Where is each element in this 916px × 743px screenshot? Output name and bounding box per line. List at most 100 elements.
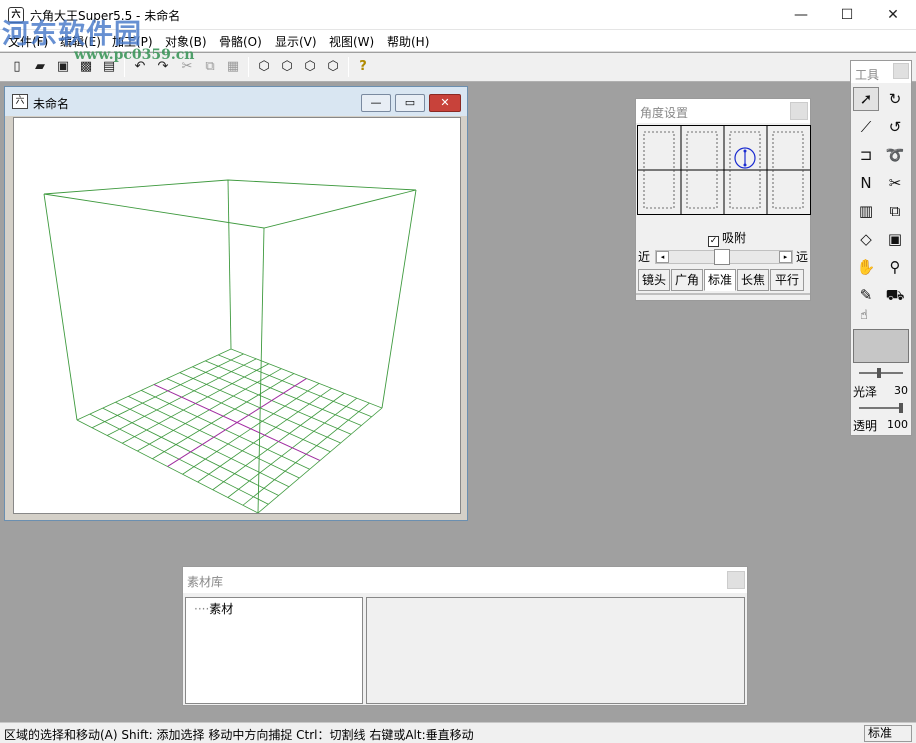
far-label: 远: [796, 250, 809, 264]
minimize-button[interactable]: —: [778, 0, 824, 30]
document-title: 未命名: [33, 97, 70, 111]
copy-icon[interactable]: ⧉: [199, 56, 221, 78]
cube-view-2-icon[interactable]: ⬡: [276, 56, 298, 78]
tools-panel: 工具 ➚ ↻ ⟋ ↺ ⊐ ➰ Ν ✂ ▥ ⧉ ◇ ▣ ✋ ⚲ ✎ ⛟ ☝ 光泽 30 透明 100: [850, 60, 912, 436]
gloss-value: 30: [894, 384, 908, 397]
color-swatch[interactable]: [853, 329, 909, 363]
cube-view-4-icon[interactable]: ⬡: [322, 56, 344, 78]
bracket-icon[interactable]: ⊐: [853, 143, 879, 167]
snap-checkbox[interactable]: ✓: [708, 236, 719, 247]
library-panel: 素材库 ····素材: [182, 566, 748, 706]
tab-lens[interactable]: 镜头: [638, 269, 670, 291]
tools-panel-title-bar[interactable]: 工具: [851, 61, 911, 83]
document-icon: 六: [12, 94, 28, 109]
slider-left-arrow[interactable]: ◂: [656, 251, 669, 263]
angle-panel-title-bar[interactable]: 角度设置: [636, 99, 810, 123]
select-arrow-icon[interactable]: ➚: [853, 87, 879, 111]
extrude-icon[interactable]: ▥: [853, 199, 879, 223]
axis-line: [153, 384, 321, 461]
save-icon[interactable]: ▣: [52, 56, 74, 78]
maximize-button[interactable]: ☐: [824, 0, 870, 30]
box-edge: [43, 193, 78, 421]
box-top-face: [43, 179, 417, 229]
status-text: 区域的选择和移动(A) Shift: 添加选择 移动中方向捕捉 Ctrl：切割线…: [4, 728, 474, 742]
gloss-label: 光泽: [853, 385, 878, 399]
open-file-icon[interactable]: ▰: [29, 56, 51, 78]
angle-panel-close-button[interactable]: [790, 102, 808, 120]
library-content-area[interactable]: [366, 597, 745, 704]
toolbar-separator: [348, 57, 349, 77]
rotate-point-icon[interactable]: ↺: [882, 115, 908, 139]
document-close-button[interactable]: ✕: [429, 94, 461, 112]
document-maximize-button[interactable]: ▭: [395, 94, 425, 112]
box-edge: [227, 179, 232, 350]
bounding-box: [43, 179, 417, 513]
gloss-slider-thumb[interactable]: [877, 368, 881, 378]
menu-display[interactable]: 显示(V): [275, 33, 317, 50]
library-panel-title: 素材库: [187, 575, 224, 589]
tools-panel-title: 工具: [855, 68, 880, 82]
scissors-icon[interactable]: ✂: [882, 171, 908, 195]
axis-lines: [153, 378, 321, 467]
tree-connector: ····: [194, 602, 210, 616]
cube-view-3-icon[interactable]: ⬡: [299, 56, 321, 78]
snap-checkbox-row[interactable]: ✓ 吸附: [708, 229, 746, 247]
lasso-icon[interactable]: ➰: [882, 143, 908, 167]
menu-help[interactable]: 帮助(H): [387, 33, 429, 50]
tab-standard[interactable]: 标准: [704, 269, 736, 291]
angle-view-grid[interactable]: [637, 125, 811, 215]
document-title-bar[interactable]: 六 未命名 — ▭ ✕: [5, 87, 467, 116]
library-panel-close-button[interactable]: [727, 571, 745, 589]
angle-view-diagram: [638, 126, 810, 214]
close-button[interactable]: ✕: [870, 0, 916, 30]
angle-settings-panel: 角度设置 ✓ 吸附 近 ◂ ▸ 远 镜头 广角 标准 长焦 平行: [635, 98, 811, 301]
hand-icon[interactable]: ✋: [853, 255, 879, 279]
document-minimize-button[interactable]: —: [361, 94, 391, 112]
wireframe-canvas: [43, 179, 417, 513]
tree-item-label: 素材: [209, 602, 234, 616]
zoom-icon[interactable]: ⚲: [882, 255, 908, 279]
scale-icon[interactable]: ⧉: [882, 199, 908, 223]
new-file-icon[interactable]: ▯: [6, 56, 28, 78]
tab-telephoto[interactable]: 长焦: [737, 269, 769, 291]
tools-panel-close-button[interactable]: [893, 63, 909, 79]
slider-right-arrow[interactable]: ▸: [779, 251, 792, 263]
watermark-text: 河东软件园: [2, 19, 142, 50]
library-panel-title-bar[interactable]: 素材库: [183, 567, 747, 593]
panel-divider: [636, 293, 810, 295]
status-bar: 区域的选择和移动(A) Shift: 添加选择 移动中方向捕捉 Ctrl：切割线…: [0, 722, 916, 743]
angle-panel-title: 角度设置: [640, 106, 689, 120]
paint-bucket-icon[interactable]: ⛟: [882, 283, 908, 307]
near-label: 近: [638, 250, 651, 264]
snap-label: 吸附: [722, 231, 747, 245]
menu-view[interactable]: 视图(W): [329, 33, 374, 50]
cube-view-1-icon[interactable]: ⬡: [253, 56, 275, 78]
floor-grid: [76, 348, 383, 513]
menu-bone[interactable]: 骨骼(O): [219, 33, 262, 50]
tab-wide-angle[interactable]: 广角: [671, 269, 703, 291]
face-icon[interactable]: ◇: [853, 227, 879, 251]
rotate-icon[interactable]: ↻: [882, 87, 908, 111]
knife-icon[interactable]: ⟋: [853, 115, 879, 139]
polyline-icon[interactable]: Ν: [853, 171, 879, 195]
slider-thumb[interactable]: [714, 249, 730, 265]
3d-viewport[interactable]: [13, 117, 461, 514]
paint-hand-icon[interactable]: ☝: [853, 306, 875, 326]
document-window: 六 未命名 — ▭ ✕: [4, 86, 468, 521]
transparency-label: 透明: [853, 419, 878, 433]
box-edge: [381, 189, 417, 409]
watermark-url: www.pc0359.cn: [74, 47, 195, 63]
distance-slider[interactable]: ◂ ▸: [655, 249, 793, 265]
transparency-slider-thumb[interactable]: [899, 403, 903, 413]
library-tree[interactable]: ····素材: [185, 597, 363, 704]
help-icon[interactable]: ?: [352, 56, 374, 78]
status-mode: 标准: [864, 725, 912, 742]
eyedropper-icon[interactable]: ✎: [853, 283, 879, 307]
gloss-slider[interactable]: [859, 368, 903, 378]
paste-icon[interactable]: ▦: [222, 56, 244, 78]
transparency-slider[interactable]: [859, 403, 903, 413]
transparency-value: 100: [887, 418, 908, 431]
tab-parallel[interactable]: 平行: [770, 269, 804, 291]
tree-item[interactable]: ····素材: [194, 600, 233, 617]
cube-icon[interactable]: ▣: [882, 227, 908, 251]
